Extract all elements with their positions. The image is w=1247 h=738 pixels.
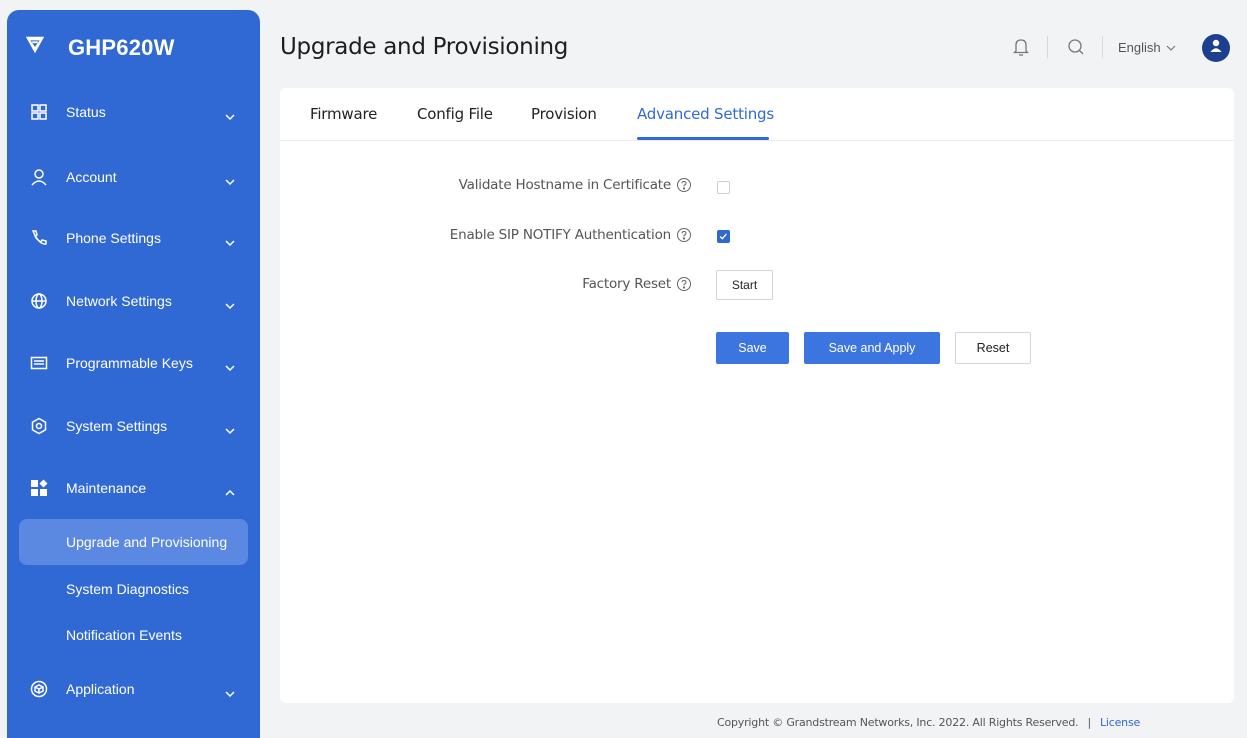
sip-notify-row: Enable SIP NOTIFY Authentication <box>280 227 692 247</box>
sidebar-subitem-label: System Diagnostics <box>66 581 189 597</box>
sidebar-item-label: Status <box>66 104 106 120</box>
sidebar-item-system-settings[interactable]: System Settings <box>7 406 260 446</box>
sidebar-item-label: Network Settings <box>66 293 172 309</box>
user-avatar-icon <box>1208 38 1224 59</box>
sidebar-item-label: System Settings <box>66 418 168 434</box>
sidebar-item-network-settings[interactable]: Network Settings <box>7 281 260 321</box>
chevron-down-icon <box>225 685 235 698</box>
validate-hostname-text: Validate Hostname in Certificate <box>458 177 672 193</box>
sip-notify-text: Enable SIP NOTIFY Authentication <box>449 227 671 243</box>
copyright-text: Copyright © Grandstream Networks, Inc. 2… <box>717 716 1079 729</box>
tab-config-file[interactable]: Config File <box>417 105 493 123</box>
footer-separator: | <box>1087 716 1091 729</box>
footer: Copyright © Grandstream Networks, Inc. 2… <box>717 716 1140 729</box>
reset-button[interactable]: Reset <box>955 332 1031 364</box>
language-selector[interactable]: English <box>1118 40 1176 55</box>
chevron-down-icon <box>1161 40 1176 55</box>
sip-notify-label: Enable SIP NOTIFY Authentication <box>450 227 692 243</box>
application-cube-icon <box>30 680 48 698</box>
sidebar-item-label: Programmable Keys <box>66 355 193 371</box>
validate-hostname-row: Validate Hostname in Certificate <box>280 177 692 197</box>
chevron-down-icon <box>225 173 235 186</box>
save-and-apply-button[interactable]: Save and Apply <box>804 332 940 364</box>
validate-hostname-checkbox[interactable] <box>717 181 730 194</box>
sidebar-item-label: Phone Settings <box>66 230 161 246</box>
sidebar-subitem-system-diagnostics[interactable]: System Diagnostics <box>19 566 248 612</box>
factory-reset-label: Factory Reset <box>582 276 692 292</box>
bell-icon[interactable] <box>1012 37 1030 57</box>
tab-provision[interactable]: Provision <box>531 105 597 123</box>
maintenance-icon <box>30 479 48 497</box>
chevron-down-icon <box>225 297 235 310</box>
chevron-up-icon <box>225 484 235 496</box>
tab-advanced-settings[interactable]: Advanced Settings <box>637 105 774 123</box>
header-divider <box>1102 36 1103 58</box>
active-tab-indicator <box>637 137 769 140</box>
header-divider <box>1047 36 1048 58</box>
sidebar-subitem-upgrade-and-provisioning[interactable]: Upgrade and Provisioning <box>19 519 248 565</box>
sidebar-subitem-notification-events[interactable]: Notification Events <box>19 612 248 658</box>
sidebar-item-programmable-keys[interactable]: Programmable Keys <box>7 343 260 383</box>
factory-reset-text: Factory Reset <box>582 276 671 292</box>
sidebar-item-maintenance[interactable]: Maintenance <box>7 468 260 508</box>
tab-bar: Firmware Config File Provision Advanced … <box>280 88 1234 141</box>
brand-name: GHP620W <box>68 34 175 60</box>
page-title: Upgrade and Provisioning <box>280 34 569 60</box>
brand[interactable]: GHP620W <box>24 34 175 61</box>
chevron-down-icon <box>225 422 235 435</box>
help-icon[interactable] <box>676 227 692 243</box>
sidebar-item-label: Maintenance <box>66 480 147 496</box>
sidebar-item-label: Application <box>66 681 135 697</box>
grandstream-logo-icon <box>24 34 46 61</box>
status-grid-icon <box>30 103 48 121</box>
factory-reset-row: Factory Reset <box>280 276 692 296</box>
search-icon[interactable] <box>1067 37 1085 57</box>
sidebar-subitem-label: Upgrade and Provisioning <box>66 534 228 550</box>
tab-firmware[interactable]: Firmware <box>310 105 377 123</box>
globe-icon <box>30 292 48 310</box>
language-label: English <box>1118 40 1161 55</box>
phone-icon <box>30 229 48 247</box>
help-icon[interactable] <box>676 276 692 292</box>
gear-icon <box>30 417 48 435</box>
keyboard-icon <box>30 354 48 372</box>
sidebar-item-application[interactable]: Application <box>7 669 260 709</box>
factory-reset-start-button[interactable]: Start <box>716 270 773 300</box>
sidebar-subitem-label: Notification Events <box>66 627 182 643</box>
avatar[interactable] <box>1202 34 1230 62</box>
sidebar-item-phone-settings[interactable]: Phone Settings <box>7 218 260 258</box>
help-icon[interactable] <box>676 177 692 193</box>
chevron-down-icon <box>225 359 235 372</box>
save-button[interactable]: Save <box>716 332 789 364</box>
sidebar: GHP620W Status Account Phone Settings Ne… <box>7 10 260 738</box>
user-icon <box>30 168 48 186</box>
chevron-down-icon <box>225 234 235 247</box>
validate-hostname-label: Validate Hostname in Certificate <box>459 177 692 193</box>
sidebar-item-status[interactable]: Status <box>7 92 260 132</box>
content-card: Firmware Config File Provision Advanced … <box>280 88 1234 703</box>
sidebar-item-label: Account <box>66 169 117 185</box>
license-link[interactable]: License <box>1100 716 1140 729</box>
sip-notify-checkbox[interactable] <box>717 230 730 243</box>
chevron-down-icon <box>225 108 235 121</box>
sidebar-item-account[interactable]: Account <box>7 157 260 197</box>
